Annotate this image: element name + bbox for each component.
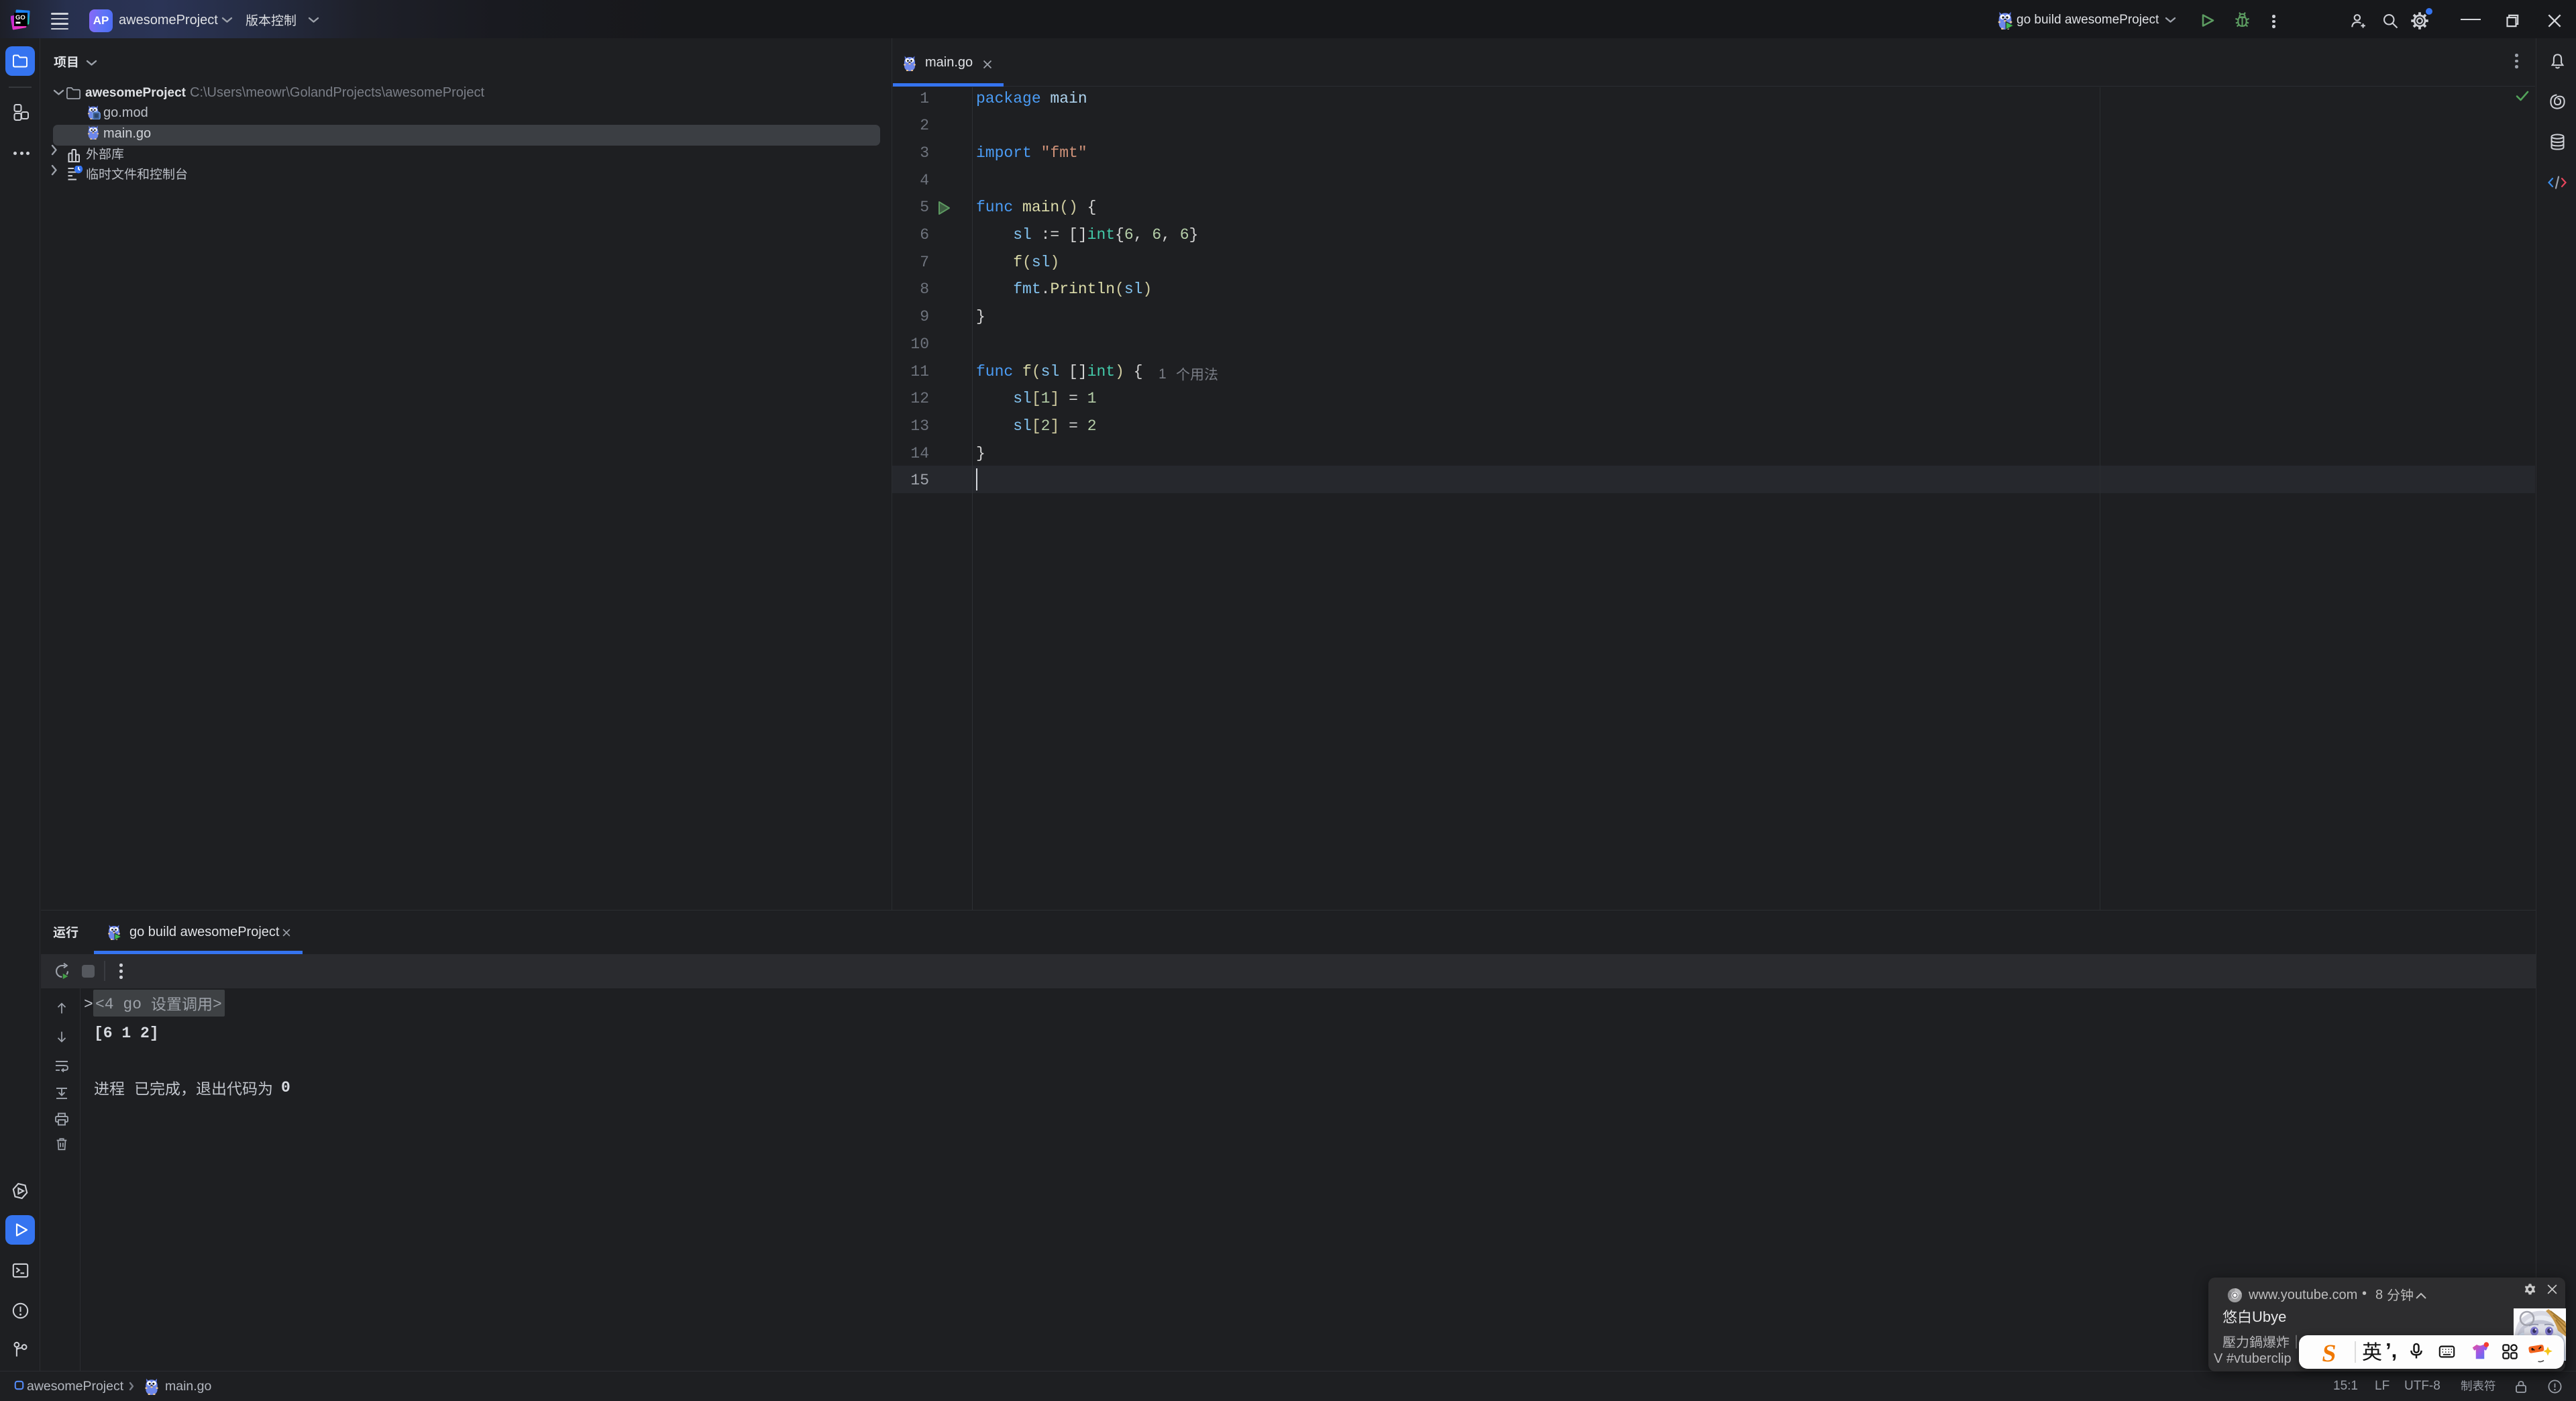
svg-text:GO: GO bbox=[15, 14, 25, 21]
